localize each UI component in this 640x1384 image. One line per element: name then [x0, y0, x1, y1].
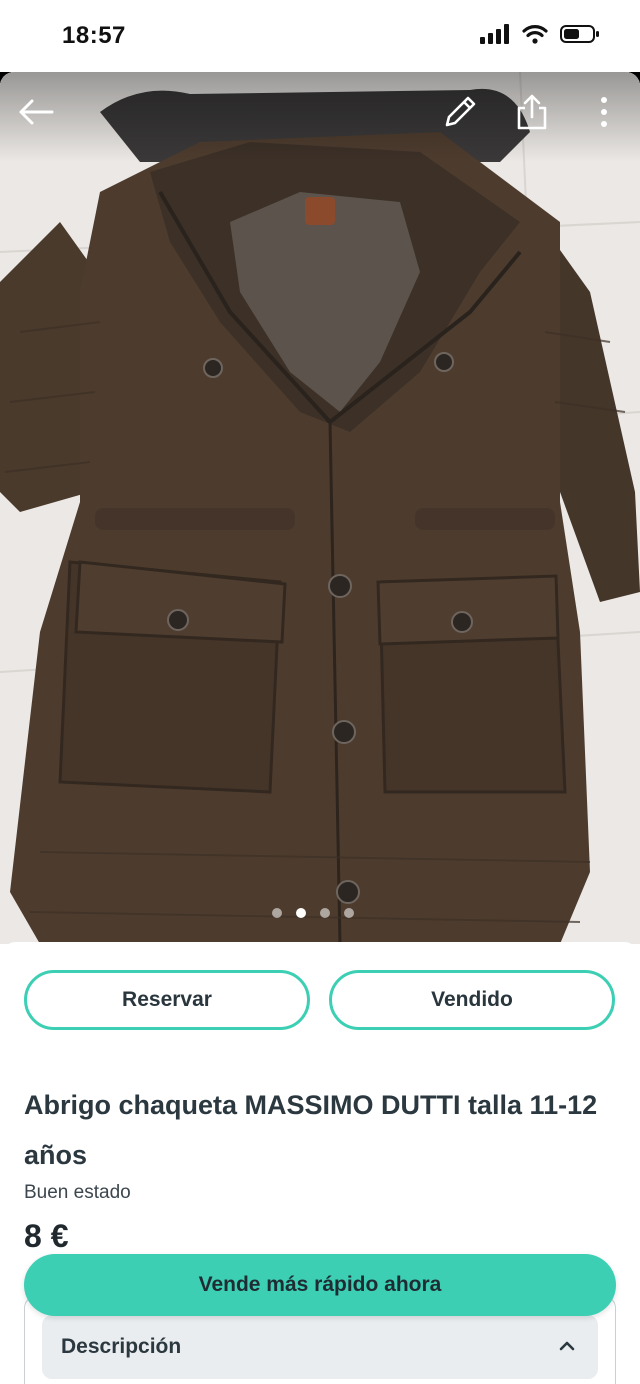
details-panel: Reservar Vendido Abrigo chaqueta MASSIMO…: [0, 942, 640, 1384]
share-button[interactable]: [510, 90, 554, 134]
status-bar: 18:57: [0, 0, 640, 72]
photo-gallery[interactable]: [0, 72, 640, 944]
description-header: Descripción: [61, 1335, 182, 1358]
product-price: 8 €: [24, 1218, 69, 1254]
gallery-pagination: [272, 908, 354, 918]
edit-button[interactable]: [438, 90, 482, 134]
arrow-left-icon: [19, 99, 54, 125]
status-icons: [480, 24, 600, 44]
back-button[interactable]: [14, 90, 58, 134]
pagination-dot[interactable]: [344, 908, 354, 918]
status-time: 18:57: [62, 22, 126, 49]
cellular-signal-icon: [480, 24, 509, 44]
wifi-icon: [522, 25, 548, 44]
more-options-button[interactable]: [582, 90, 626, 134]
battery-icon: [560, 25, 599, 43]
product-photo: [0, 72, 640, 944]
boost-sale-button[interactable]: Vende más rápido ahora: [24, 1254, 616, 1316]
product-title: Abrigo chaqueta MASSIMO DUTTI talla 11-1…: [24, 1090, 598, 1170]
pagination-dot[interactable]: [320, 908, 330, 918]
reserve-button[interactable]: Reservar: [24, 970, 310, 1030]
share-icon: [517, 94, 547, 130]
pencil-icon: [445, 96, 476, 127]
chevron-up-icon: [559, 1341, 575, 1351]
sold-button[interactable]: Vendido: [329, 970, 615, 1030]
product-sheet: Reservar Vendido Abrigo chaqueta MASSIMO…: [0, 72, 640, 1384]
product-condition: Buen estado: [24, 1182, 131, 1203]
more-vertical-icon: [601, 97, 607, 127]
pagination-dot-active[interactable]: [296, 908, 306, 918]
description-toggle[interactable]: Descripción: [42, 1315, 598, 1379]
pagination-dot[interactable]: [272, 908, 282, 918]
